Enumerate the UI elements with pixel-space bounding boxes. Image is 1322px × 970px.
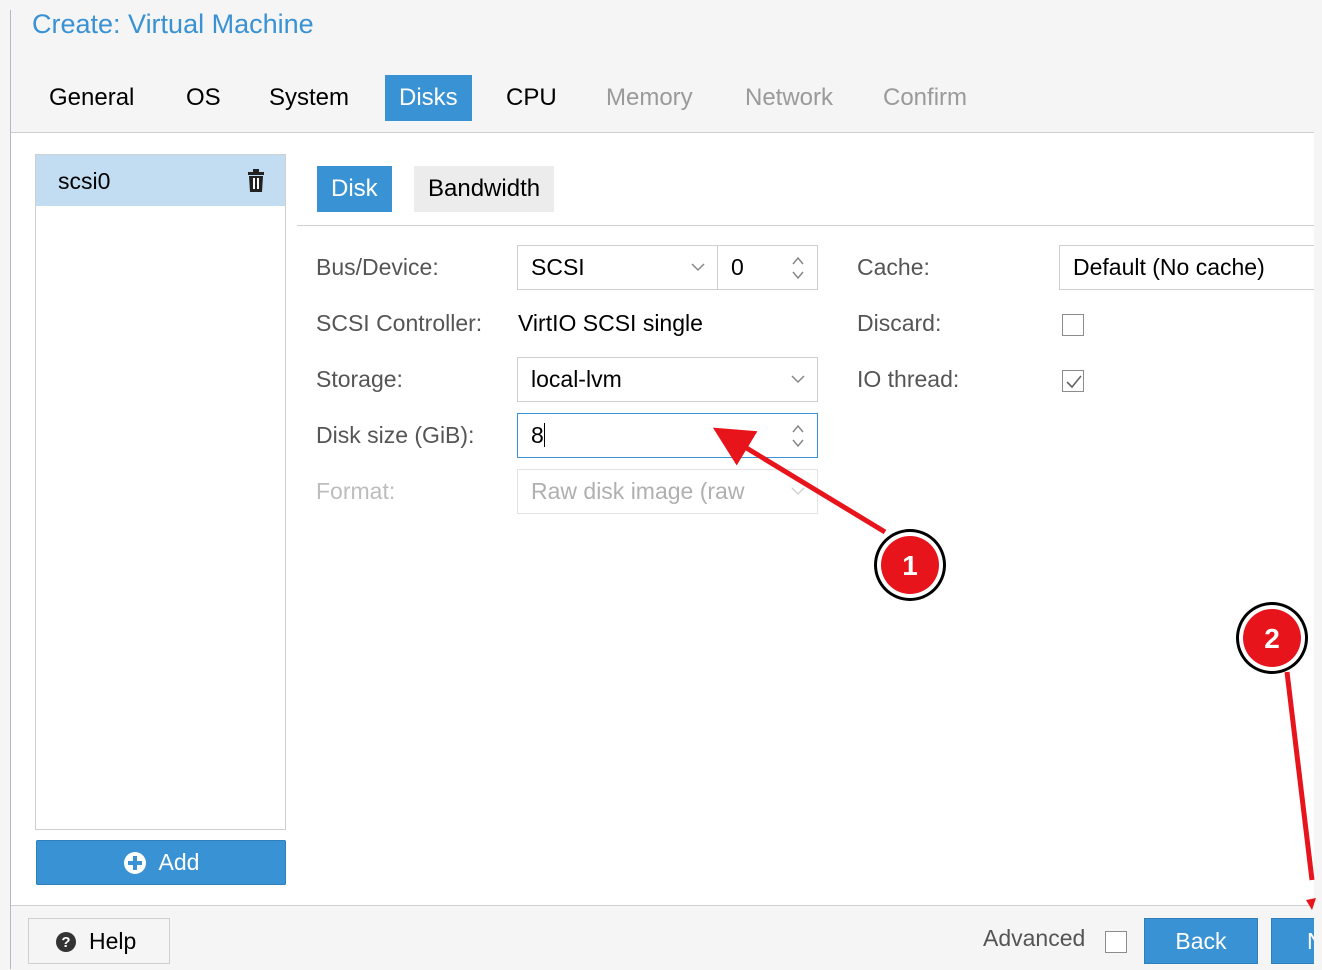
tab-network[interactable]: Network bbox=[731, 75, 847, 121]
bus-device-label: Bus/Device: bbox=[316, 254, 439, 280]
text-caret bbox=[543, 423, 545, 447]
spinner-arrows-icon[interactable] bbox=[791, 422, 805, 450]
chevron-down-icon bbox=[791, 375, 805, 384]
tab-memory[interactable]: Memory bbox=[592, 75, 707, 121]
trash-icon[interactable] bbox=[245, 169, 267, 193]
storage-label: Storage: bbox=[316, 366, 403, 392]
scsi-controller-label: SCSI Controller: bbox=[316, 310, 483, 336]
next-button[interactable]: N bbox=[1271, 918, 1314, 964]
subtab-disk[interactable]: Disk bbox=[317, 166, 392, 212]
advanced-label: Advanced bbox=[983, 925, 1086, 951]
disk-list: scsi0 bbox=[35, 154, 286, 830]
disk-size-value: 8 bbox=[531, 422, 544, 448]
disk-list-item-scsi0[interactable]: scsi0 bbox=[36, 155, 285, 206]
disk-size-input[interactable]: 8 bbox=[517, 413, 818, 458]
add-button-label: Add bbox=[158, 849, 200, 875]
tab-system[interactable]: System bbox=[255, 75, 363, 121]
cache-label: Cache: bbox=[857, 254, 930, 280]
cache-value: Default (No cache) bbox=[1073, 254, 1265, 280]
tab-os[interactable]: OS bbox=[172, 75, 235, 121]
wizard-footer: ? Help Advanced Back N bbox=[11, 905, 1314, 970]
tab-confirm[interactable]: Confirm bbox=[869, 75, 981, 121]
bus-select[interactable]: SCSI bbox=[517, 245, 718, 290]
scsi-controller-value: VirtIO SCSI single bbox=[518, 310, 703, 336]
tab-general[interactable]: General bbox=[35, 75, 148, 121]
bus-value: SCSI bbox=[531, 254, 585, 280]
checkmark-icon bbox=[1066, 375, 1082, 389]
chevron-down-icon bbox=[691, 263, 705, 272]
format-value: Raw disk image (raw bbox=[531, 478, 745, 504]
plus-circle-icon bbox=[123, 851, 146, 874]
subtab-bandwidth[interactable]: Bandwidth bbox=[414, 166, 555, 212]
io-thread-checkbox[interactable] bbox=[1062, 370, 1084, 392]
format-select[interactable]: Raw disk image (raw bbox=[517, 469, 818, 514]
device-number-spinner[interactable]: 0 bbox=[717, 245, 818, 290]
discard-label: Discard: bbox=[857, 310, 942, 336]
disk-item-label: scsi0 bbox=[58, 168, 111, 194]
wizard-tabs: General OS System Disks CPU Memory Netwo… bbox=[11, 75, 1314, 121]
storage-value: local-lvm bbox=[531, 366, 622, 392]
spinner-arrows-icon[interactable] bbox=[791, 254, 805, 282]
tab-disks[interactable]: Disks bbox=[385, 75, 472, 121]
advanced-checkbox[interactable] bbox=[1105, 931, 1127, 953]
svg-text:?: ? bbox=[61, 934, 70, 951]
back-button[interactable]: Back bbox=[1144, 918, 1258, 964]
tab-cpu[interactable]: CPU bbox=[492, 75, 571, 121]
format-label: Format: bbox=[316, 478, 396, 504]
storage-select[interactable]: local-lvm bbox=[517, 357, 818, 402]
chevron-down-icon bbox=[791, 487, 805, 496]
discard-checkbox[interactable] bbox=[1062, 314, 1084, 336]
disk-size-label: Disk size (GiB): bbox=[316, 422, 475, 448]
create-vm-window: Create: Virtual Machine General OS Syste… bbox=[10, 9, 1314, 970]
device-number-value: 0 bbox=[731, 254, 744, 280]
window-header: Create: Virtual Machine General OS Syste… bbox=[11, 9, 1314, 133]
io-thread-label: IO thread: bbox=[857, 366, 960, 392]
help-button[interactable]: ? Help bbox=[28, 918, 170, 964]
add-disk-button[interactable]: Add bbox=[36, 840, 286, 885]
disk-subtabs: Disk Bandwidth bbox=[297, 164, 1314, 226]
question-circle-icon: ? bbox=[56, 932, 76, 952]
cache-select[interactable]: Default (No cache) bbox=[1059, 245, 1314, 290]
help-label: Help bbox=[89, 928, 137, 954]
window-title: Create: Virtual Machine bbox=[32, 9, 314, 39]
